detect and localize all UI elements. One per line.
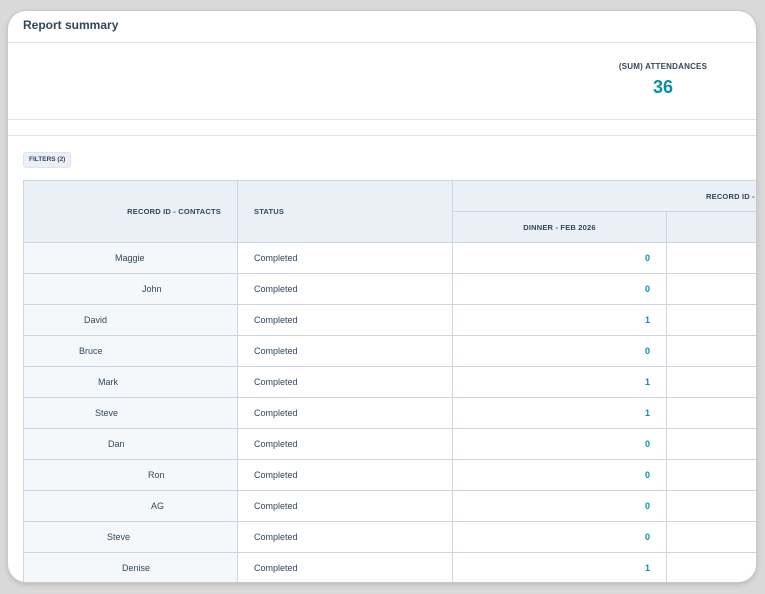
cell-next-column	[667, 398, 756, 428]
cell-next-column	[667, 274, 756, 304]
cell-status: Completed	[238, 460, 453, 490]
report-table: RECORD ID - CONTACTS STATUS RECORD ID - …	[23, 180, 756, 582]
cell-status: Completed	[238, 522, 453, 552]
cell-dinner-value[interactable]: 1	[453, 367, 667, 397]
cell-next-column	[667, 460, 756, 490]
table-row: Bruce Completed 0	[24, 336, 756, 367]
contact-name-link[interactable]: Maggie	[115, 243, 145, 273]
contact-name-link[interactable]: AG	[151, 491, 164, 521]
cell-contact-name: Dan	[24, 429, 238, 459]
cell-next-column	[667, 429, 756, 459]
table-row: Maggie Completed 0	[24, 243, 756, 274]
cell-contact-name: Mark	[24, 367, 238, 397]
column-header-record-id-contacts-label: RECORD ID - CONTACTS	[127, 207, 221, 216]
cell-dinner-value[interactable]: 1	[453, 553, 667, 582]
cell-status: Completed	[238, 305, 453, 335]
contact-name-link[interactable]: Steve	[107, 522, 130, 552]
report-title: Report summary	[23, 18, 119, 32]
cell-status: Completed	[238, 491, 453, 521]
column-header-record-id-contacts[interactable]: RECORD ID - CONTACTS	[24, 181, 238, 243]
cell-next-column	[667, 491, 756, 521]
table-row: Ron Completed 0	[24, 460, 756, 491]
kpi-panel: (SUM) ATTENDANCES 36	[8, 43, 756, 120]
cell-status: Completed	[238, 367, 453, 397]
table-row: John Completed 0	[24, 274, 756, 305]
contact-name-link[interactable]: Ron	[148, 460, 165, 490]
cell-contact-name: Steve	[24, 522, 238, 552]
contact-name-link[interactable]: John	[142, 274, 162, 304]
contact-name-link[interactable]: Steve	[95, 398, 118, 428]
cell-status: Completed	[238, 429, 453, 459]
table-row: Dan Completed 0	[24, 429, 756, 460]
cell-dinner-value[interactable]: 0	[453, 243, 667, 273]
contact-name-link[interactable]: Dan	[108, 429, 125, 459]
kpi-value: 36	[652, 77, 674, 97]
column-header-dinner-label: DINNER - FEB 2026	[523, 222, 596, 232]
contact-name-link[interactable]: David	[84, 305, 107, 335]
column-header-dinner[interactable]: DINNER - FEB 2026	[453, 212, 667, 243]
cell-status: Completed	[238, 553, 453, 582]
cell-dinner-value[interactable]: 0	[453, 491, 667, 521]
report-summary-card: Report summary (SUM) ATTENDANCES 36 FILT…	[8, 11, 756, 582]
cell-contact-name: Denise	[24, 553, 238, 582]
cell-dinner-value[interactable]: 1	[453, 305, 667, 335]
cell-contact-name: Bruce	[24, 336, 238, 366]
cell-contact-name: AG	[24, 491, 238, 521]
cell-next-column	[667, 367, 756, 397]
table-row: Mark Completed 1	[24, 367, 756, 398]
cell-next-column	[667, 305, 756, 335]
cell-dinner-value[interactable]: 0	[453, 429, 667, 459]
filters-button[interactable]: FILTERS (2)	[23, 152, 72, 168]
cell-contact-name: Ron	[24, 460, 238, 490]
table-row: Denise Completed 1	[24, 553, 756, 582]
cell-dinner-value[interactable]: 1	[453, 398, 667, 428]
cell-contact-name: Steve	[24, 398, 238, 428]
section-divider	[8, 135, 756, 136]
column-header-next[interactable]	[667, 212, 756, 243]
cell-contact-name: John	[24, 274, 238, 304]
column-header-status[interactable]: STATUS	[238, 181, 453, 243]
table-row: David Completed 1	[24, 305, 756, 336]
contact-name-link[interactable]: Bruce	[79, 336, 103, 366]
contact-name-link[interactable]: Denise	[122, 553, 150, 582]
column-group-header-label: RECORD ID -	[706, 191, 755, 201]
cell-dinner-value[interactable]: 0	[453, 522, 667, 552]
table-row: AG Completed 0	[24, 491, 756, 522]
column-group-header[interactable]: RECORD ID -	[453, 181, 756, 212]
column-header-status-label: STATUS	[254, 207, 285, 216]
cell-status: Completed	[238, 274, 453, 304]
cell-status: Completed	[238, 336, 453, 366]
cell-contact-name: Maggie	[24, 243, 238, 273]
cell-next-column	[667, 336, 756, 366]
cell-status: Completed	[238, 243, 453, 273]
cell-dinner-value[interactable]: 0	[453, 274, 667, 304]
cell-next-column	[667, 243, 756, 273]
cell-contact-name: David	[24, 305, 238, 335]
card-header: Report summary	[8, 11, 756, 43]
cell-dinner-value[interactable]: 0	[453, 336, 667, 366]
cell-dinner-value[interactable]: 0	[453, 460, 667, 490]
cell-next-column	[667, 553, 756, 582]
contact-name-link[interactable]: Mark	[98, 367, 118, 397]
table-row: Steve Completed 0	[24, 522, 756, 553]
cell-next-column	[667, 522, 756, 552]
cell-status: Completed	[238, 398, 453, 428]
kpi-label: (SUM) ATTENDANCES	[618, 62, 708, 71]
table-row: Steve Completed 1	[24, 398, 756, 429]
